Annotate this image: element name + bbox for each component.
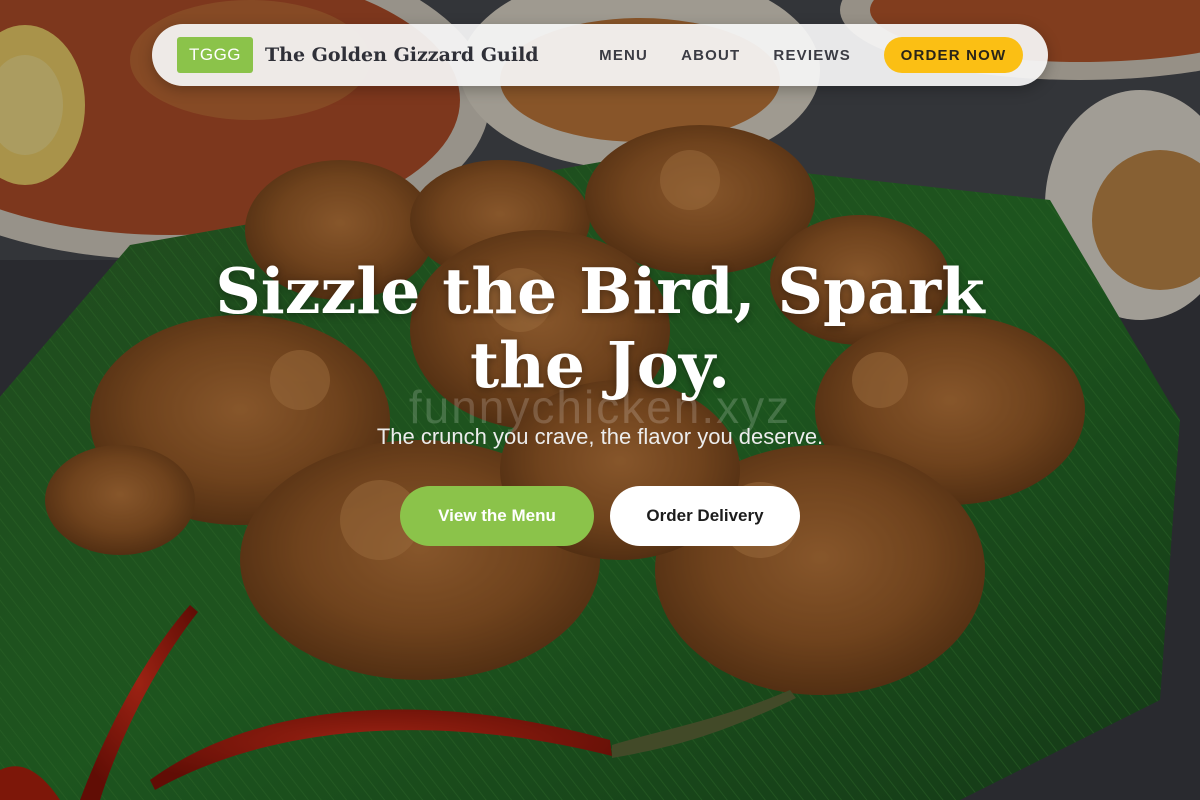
order-now-button[interactable]: ORDER NOW [884,37,1023,73]
brand-name[interactable]: The Golden Gizzard Guild [265,44,539,66]
hero-subtitle: The crunch you crave, the flavor you des… [376,424,824,449]
order-delivery-button[interactable]: Order Delivery [610,486,800,546]
hero-section: TGGG The Golden Gizzard Guild MENU ABOUT… [0,0,1200,800]
nav-link-reviews[interactable]: REVIEWS [773,47,851,64]
logo-badge[interactable]: TGGG [177,37,253,73]
nav-link-about[interactable]: ABOUT [681,47,740,64]
nav-link-menu[interactable]: MENU [599,47,648,64]
view-menu-button[interactable]: View the Menu [400,486,594,546]
nav-links: MENU ABOUT REVIEWS ORDER NOW [599,37,1023,73]
top-navbar: TGGG The Golden Gizzard Guild MENU ABOUT… [152,24,1048,86]
